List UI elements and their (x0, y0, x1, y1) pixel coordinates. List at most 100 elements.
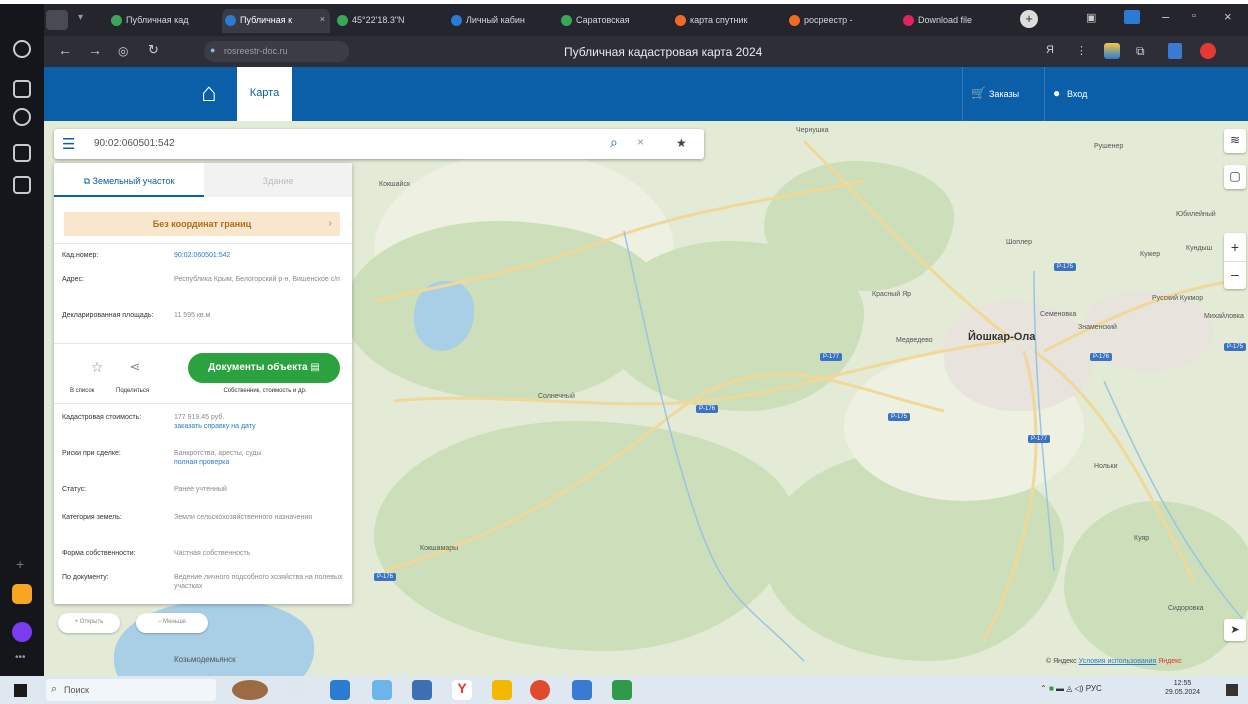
tab-5[interactable]: Саратовская (558, 9, 668, 33)
search-icon[interactable]: ⌕ (610, 134, 618, 151)
tab-list-icon[interactable]: ▾ (78, 12, 83, 23)
close-window-icon[interactable]: × (1224, 9, 1232, 24)
zoom-in-button[interactable]: + (1224, 233, 1246, 261)
tray-app-icon[interactable]: ■ (1049, 684, 1054, 693)
profile-icon[interactable] (46, 10, 68, 30)
sidebar-app-icon[interactable] (13, 144, 31, 162)
windows-start-icon[interactable] (14, 684, 27, 697)
tab-land-plot[interactable]: ⧉ Земельный участок (54, 163, 204, 197)
minimize-icon[interactable]: – (1162, 9, 1169, 24)
back-icon[interactable]: ← (58, 42, 72, 58)
system-tray: ⌃ ■ ▬ ◬ ◁) РУС (1040, 684, 1102, 693)
tab-building[interactable]: Здание (204, 163, 352, 197)
chrome-icon[interactable] (530, 680, 550, 700)
mail-app-icon[interactable] (12, 584, 32, 604)
app-icon[interactable] (372, 680, 392, 700)
map-label: Семеновка (1040, 311, 1077, 318)
layers-icon[interactable]: ≋ (1224, 129, 1246, 153)
map[interactable]: Йошкар-Ола Медведево Кокшайск Семеновка … (44, 121, 1248, 676)
media-icon[interactable] (13, 108, 31, 126)
login-button[interactable]: ● Вход (1044, 67, 1104, 121)
share-label[interactable]: Поделиться (116, 388, 149, 394)
orders-button[interactable]: 🛒 Заказы (962, 67, 1044, 121)
forward-icon[interactable]: → (88, 42, 102, 58)
url-field[interactable]: ● rosreestr-doc.ru (204, 41, 349, 62)
tab-6[interactable]: карта спутник (672, 9, 782, 33)
field-value: Республика Крым, Белогорский р-н, Вишенс… (174, 276, 340, 283)
order-certificate-link[interactable]: заказать справку на дату (174, 422, 256, 431)
full-check-link[interactable]: полная проверка (174, 458, 229, 467)
tab-2[interactable]: Публичная к × (222, 9, 330, 33)
tab-3[interactable]: 45°22'18.3"N (334, 9, 444, 33)
app-icon[interactable] (572, 680, 592, 700)
menu-icon[interactable]: ☰ (62, 135, 75, 153)
reader-mode-icon[interactable]: Я (1046, 44, 1054, 56)
tab-close-icon[interactable]: × (320, 14, 325, 24)
add-to-list-label[interactable]: В список (70, 388, 94, 394)
weather-widget-icon[interactable] (232, 680, 268, 700)
object-documents-button[interactable]: Документы объекта ▤ (188, 353, 340, 383)
folder-icon[interactable] (492, 680, 512, 700)
clock[interactable]: 12:55 29.05.2024 (1165, 679, 1200, 697)
taskbar-search[interactable]: ⌕ Поиск (46, 679, 216, 701)
language-indicator[interactable]: РУС (1086, 684, 1102, 693)
collections-button-icon[interactable]: ▣ (1086, 11, 1096, 24)
add-app-icon[interactable]: + (16, 556, 24, 572)
tab-favicon-icon (675, 15, 686, 26)
more-apps-icon[interactable]: ••• (15, 652, 26, 663)
tab-map[interactable]: Карта (237, 67, 292, 121)
open-button[interactable]: + Открыть (58, 613, 120, 633)
volume-icon[interactable]: ◁) (1075, 684, 1084, 693)
alice-app-icon[interactable] (12, 622, 32, 642)
field-value: Земли сельскохозяйственного назначения (174, 514, 313, 521)
terms-link[interactable]: Условия использования (1079, 658, 1157, 665)
yandex-logo[interactable]: Яндекс (1158, 658, 1182, 665)
new-tab-button[interactable]: + (1020, 10, 1038, 28)
star-outline-icon[interactable]: ☆ (86, 359, 108, 381)
protect-icon[interactable]: ◎ (118, 44, 128, 58)
collections-icon[interactable] (13, 80, 31, 98)
share-icon[interactable]: ⋖ (124, 359, 146, 381)
bookmark-icon[interactable]: ⧉ (1136, 44, 1145, 59)
history-icon[interactable] (13, 40, 31, 58)
tab-7[interactable]: росреестр - (786, 9, 896, 33)
less-button[interactable]: – Меньше (136, 613, 208, 633)
clear-icon[interactable]: × (637, 135, 644, 149)
tab-4[interactable]: Личный кабин (448, 9, 554, 33)
no-bounds-banner[interactable]: Без координат границ › (64, 212, 340, 236)
field-label: Форма собственности: (62, 550, 136, 557)
fullscreen-icon[interactable]: ▢ (1224, 165, 1246, 189)
river (623, 230, 805, 662)
tray-chevron-icon[interactable]: ⌃ (1040, 684, 1047, 693)
plot-icon: ⧉ (83, 176, 93, 186)
extension-icon[interactable] (1124, 10, 1140, 24)
extension-doc-icon[interactable] (1168, 43, 1182, 59)
map-label: Кокшайск (379, 181, 411, 188)
yandex-browser-icon[interactable]: Y (452, 680, 472, 700)
zoom-out-button[interactable]: – (1224, 261, 1246, 289)
notifications-icon[interactable] (1226, 684, 1238, 696)
excel-icon[interactable] (612, 680, 632, 700)
app-icon[interactable] (412, 680, 432, 700)
extension-color-icon[interactable] (1104, 43, 1120, 59)
extension-red-icon[interactable] (1200, 43, 1216, 59)
search-input[interactable]: 90:02:060501:542 (94, 138, 175, 149)
maximize-icon[interactable]: ▫ (1192, 10, 1196, 22)
field-value[interactable]: 90:02:060501:542 (174, 251, 344, 260)
screenshot-icon[interactable] (13, 176, 31, 194)
field-value: Банкротства, аресты, суды (174, 450, 262, 457)
battery-icon[interactable]: ▬ (1056, 684, 1064, 693)
road (393, 339, 1005, 406)
task-view-icon[interactable] (288, 680, 308, 700)
tab-label: Саратовская (576, 15, 630, 25)
reload-icon[interactable]: ↻ (148, 42, 159, 58)
more-icon[interactable]: ⋮ (1076, 44, 1087, 57)
file-explorer-icon[interactable] (330, 680, 350, 700)
map-attribution: © Яндекс Условия использования Яндекс (1046, 658, 1182, 665)
star-icon[interactable]: ★ (676, 136, 687, 150)
network-icon[interactable]: ◬ (1066, 684, 1072, 693)
tab-8[interactable]: Download file (900, 9, 1012, 33)
tab-1[interactable]: Публичная кад (108, 9, 218, 33)
geolocation-icon[interactable]: ➤ (1224, 619, 1246, 641)
home-icon[interactable]: ⌂ (194, 77, 224, 107)
